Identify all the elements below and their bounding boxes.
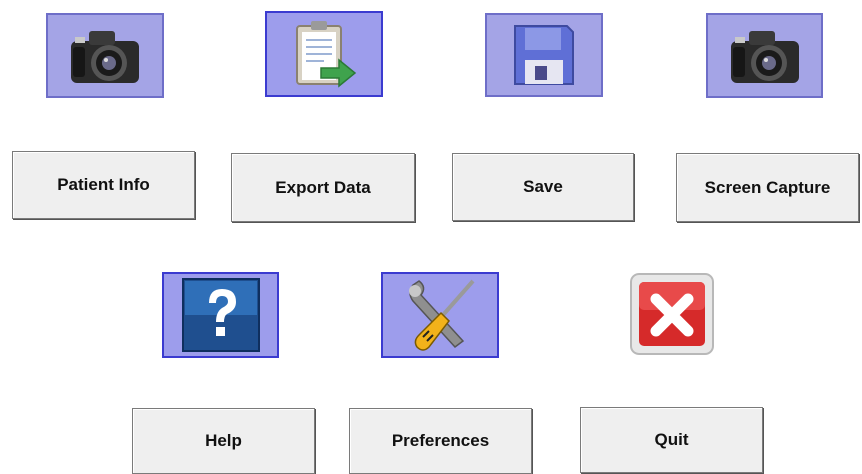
export-data-button[interactable]: Export Data <box>231 153 415 222</box>
preferences-label: Preferences <box>391 431 490 450</box>
preferences-button[interactable]: Preferences <box>349 408 532 474</box>
quit-label: Quit <box>654 430 689 449</box>
camera-icon <box>71 30 139 83</box>
patient-info-label: Patient Info <box>57 175 150 194</box>
help-label: Help <box>205 431 242 450</box>
preferences-icon-button[interactable] <box>381 272 499 358</box>
quit-button[interactable]: Quit <box>580 407 763 473</box>
help-icon-button[interactable] <box>162 272 279 358</box>
wrench-screwdriver-icon <box>409 279 475 351</box>
export-data-icon-button[interactable] <box>265 11 383 97</box>
clipboard-export-icon <box>296 21 357 88</box>
question-mark-icon <box>181 278 260 352</box>
export-data-label: Export Data <box>275 177 371 197</box>
camera-icon <box>730 30 799 83</box>
patient-info-button[interactable]: Patient Info <box>12 151 195 219</box>
screen-capture-button[interactable]: Screen Capture <box>676 153 859 222</box>
save-icon-button[interactable] <box>485 13 603 97</box>
quit-icon-button[interactable] <box>629 272 715 356</box>
screen-capture-label: Screen Capture <box>704 177 831 197</box>
floppy-disk-icon <box>514 25 574 85</box>
close-x-icon <box>630 273 714 355</box>
screen-capture-icon-button[interactable] <box>706 13 823 98</box>
save-label: Save <box>523 177 563 196</box>
help-button[interactable]: Help <box>132 408 315 474</box>
save-button[interactable]: Save <box>452 153 634 221</box>
patient-info-icon-button[interactable] <box>46 13 164 98</box>
